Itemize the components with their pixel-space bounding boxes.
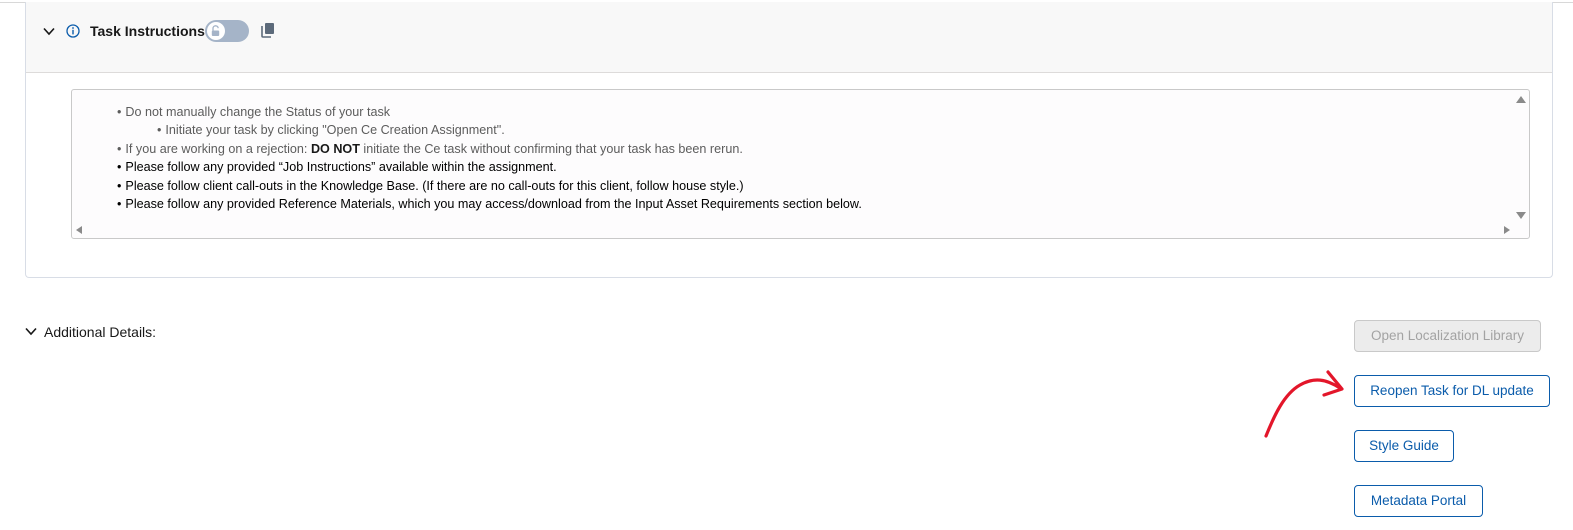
- scroll-right-arrow[interactable]: [1504, 226, 1510, 234]
- metadata-portal-button[interactable]: Metadata Portal: [1354, 485, 1483, 517]
- lock-open-icon: [211, 25, 220, 36]
- copy-icon[interactable]: [261, 22, 275, 38]
- open-localization-library-button[interactable]: Open Localization Library: [1354, 320, 1541, 352]
- task-instructions-card: Task Instructions Do not manually change…: [25, 2, 1553, 278]
- style-guide-button[interactable]: Style Guide: [1354, 430, 1454, 462]
- instruction-text: Please follow client call-outs in the Kn…: [125, 178, 744, 193]
- chevron-down-icon[interactable]: [43, 27, 55, 36]
- instruction-text: If you are working on a rejection:: [125, 141, 311, 156]
- instruction-item: Please follow any provided Reference Mat…: [117, 195, 862, 213]
- instruction-text: Please follow any provided Reference Mat…: [125, 197, 862, 212]
- arrow-annotation: [1264, 370, 1344, 438]
- instructions-list: Do not manually change the Status of you…: [117, 103, 862, 213]
- task-instructions-title: Task Instructions: [90, 23, 205, 39]
- lock-toggle[interactable]: [205, 20, 249, 42]
- instruction-text: Please follow any provided “Job Instruct…: [125, 160, 557, 175]
- chevron-down-icon[interactable]: [25, 327, 37, 336]
- scroll-down-arrow[interactable]: [1516, 212, 1526, 219]
- reopen-task-button[interactable]: Reopen Task for DL update: [1354, 375, 1550, 407]
- info-icon: [66, 24, 80, 38]
- additional-details-label[interactable]: Additional Details:: [44, 324, 156, 340]
- scroll-left-arrow[interactable]: [76, 226, 82, 234]
- scroll-up-arrow[interactable]: [1516, 96, 1526, 103]
- toggle-knob: [207, 22, 225, 40]
- instruction-text: initiate the Ce task without confirming …: [359, 141, 743, 156]
- instruction-item: If you are working on a rejection: DO NO…: [117, 140, 862, 158]
- task-instructions-header: Task Instructions: [26, 2, 1552, 73]
- instruction-item: Do not manually change the Status of you…: [117, 103, 862, 121]
- instruction-text: Initiate your task by clicking "Open Ce …: [165, 123, 505, 138]
- instruction-item: Initiate your task by clicking "Open Ce …: [117, 121, 862, 139]
- instruction-item: Please follow client call-outs in the Kn…: [117, 177, 862, 195]
- instructions-textbox[interactable]: Do not manually change the Status of you…: [71, 89, 1530, 239]
- instruction-emphasis: DO NOT: [310, 141, 360, 156]
- instruction-item: Please follow any provided “Job Instruct…: [117, 158, 862, 176]
- instruction-text: Do not manually change the Status of you…: [125, 105, 391, 119]
